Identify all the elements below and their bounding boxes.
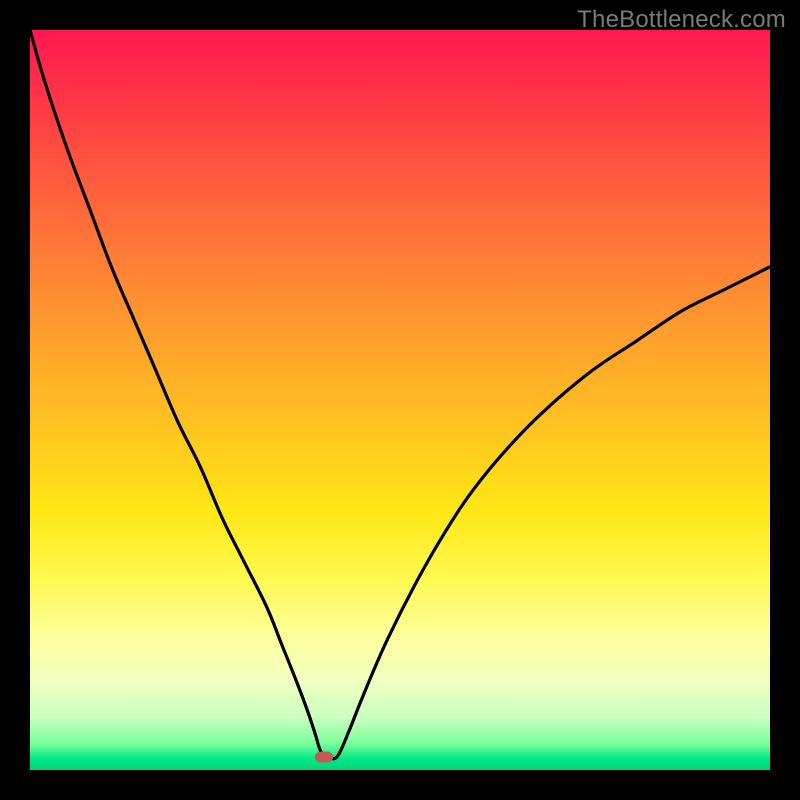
minimum-marker xyxy=(315,751,333,762)
watermark-text: TheBottleneck.com xyxy=(577,6,786,34)
chart-frame: TheBottleneck.com xyxy=(0,0,800,800)
bottleneck-curve xyxy=(30,30,770,770)
plot-area xyxy=(30,30,770,770)
